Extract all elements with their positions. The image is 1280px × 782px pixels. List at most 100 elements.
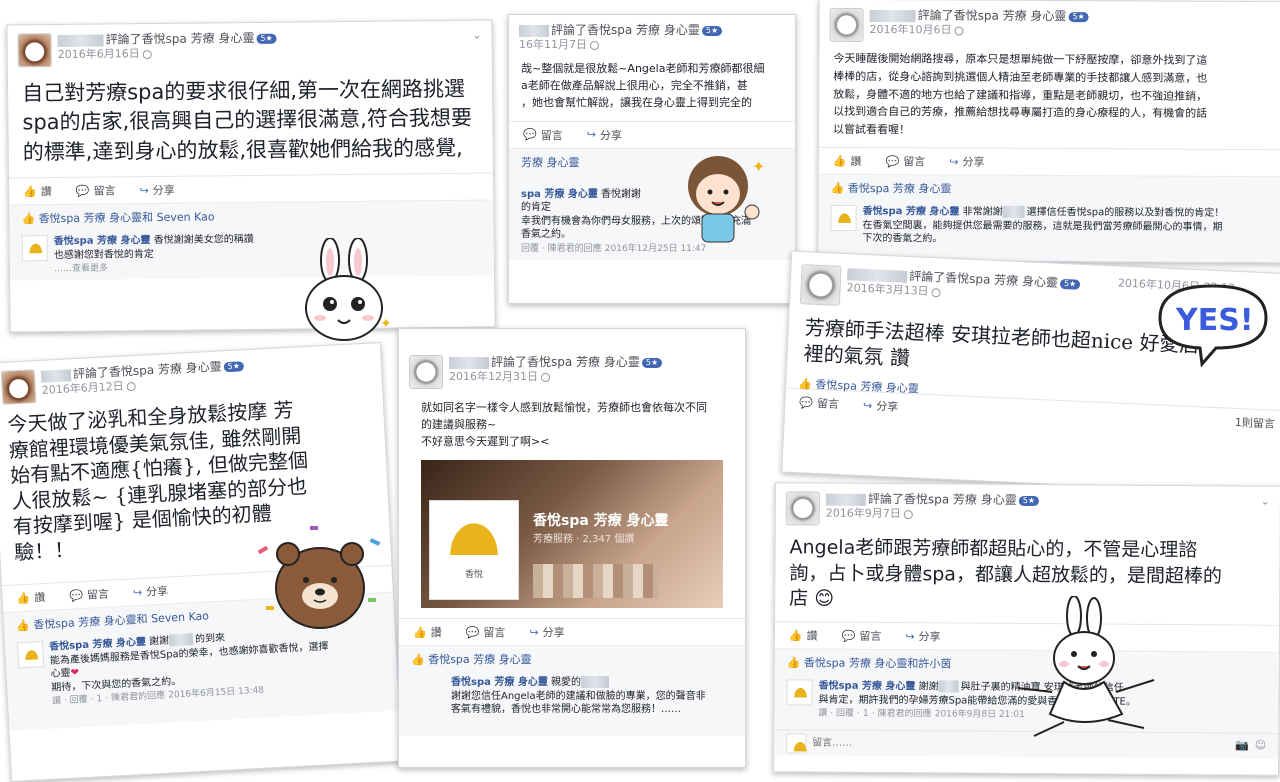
like-button[interactable]: 👍 讚 <box>413 624 442 640</box>
review-header: 評論了香悅spa 芳療 身心靈 <box>917 8 1067 24</box>
review-text-line-2: 的建議與服務~ <box>421 418 497 432</box>
reply-author[interactable]: 香悅spa 芳療 身心靈 <box>819 681 916 693</box>
reply-text-2: 的肯定 <box>521 202 551 214</box>
comment-button[interactable]: 💬 留言 <box>69 586 109 604</box>
reply-date[interactable]: 2016年6月15日 13:48 <box>168 686 264 701</box>
blurred-name <box>938 680 959 693</box>
like-button[interactable]: 👍 讚 <box>789 627 818 643</box>
likes-line[interactable]: 芳療 身心靈 <box>521 156 580 169</box>
reply-author[interactable]: 香悅spa 芳療 身心靈 <box>451 677 548 688</box>
reply-text: 香悅謝謝美女您的稱讚 <box>153 234 254 247</box>
likes-line[interactable]: 香悅spa 芳療 身心靈和 Seven Kao <box>39 211 215 226</box>
comment-button[interactable]: 💬 留言 <box>842 628 882 644</box>
see-more-link[interactable]: ……查看更多 <box>54 264 108 275</box>
review-text-line-1: 就如同名字一樣令人感到放鬆愉悅，芳療師也會依每次不同 <box>421 401 707 414</box>
like-button[interactable]: 👍 讚 <box>833 153 862 169</box>
rating-badge: 5★ <box>223 360 245 372</box>
reply-text-2: 也感謝您對香悅的肯定 <box>53 248 154 261</box>
heart-icon: ❤ <box>70 667 80 679</box>
page-logo[interactable] <box>16 641 45 669</box>
reviewer-avatar[interactable] <box>785 491 820 526</box>
reviewer-avatar[interactable] <box>829 7 864 43</box>
yes-bubble-sticker: YES! <box>1158 284 1268 368</box>
blurred-name <box>581 676 610 689</box>
comment-count[interactable]: 1則留言 <box>1235 414 1276 432</box>
reply-footer[interactable]: 讚 · 回覆 · <box>818 709 859 719</box>
comment-button[interactable]: 💬 留言 <box>523 127 563 143</box>
reviewer-avatar[interactable] <box>799 264 842 306</box>
reviewer-avatar[interactable] <box>409 355 443 389</box>
likes-line[interactable]: 香悅spa 芳療 身心靈 <box>428 653 531 666</box>
review-date[interactable]: 16年11月7日 <box>519 38 587 51</box>
page-preview-card[interactable]: 香悅 香悅spa 芳療 身心靈 芳療服務 · 2,347 個讚 <box>421 460 723 609</box>
review-date[interactable]: 2016年3月13日 <box>846 281 929 298</box>
page-sub: 芳療服務 · 2,347 個讚 <box>533 534 635 546</box>
review-card-3: 評論了香悅spa 芳療 身心靈 5★ 2016年10月6日 今天睡醒後開始網路搜尋… <box>817 0 1280 264</box>
review-date[interactable]: 2016年10月6日 <box>869 23 951 36</box>
comment-icon: 💬 <box>523 128 537 142</box>
share-icon: ↪ <box>132 585 143 599</box>
review-text-line-4: 以找到適合自己的芳療，推薦給想找尋專屬打造的身心療程的人，有機會的話 <box>833 105 1208 121</box>
share-button[interactable]: ↪ 分享 <box>587 127 622 143</box>
comment-button[interactable]: 💬 留言 <box>76 183 116 199</box>
blurred-name <box>825 493 866 506</box>
like-label: 讚 <box>34 590 46 605</box>
share-button[interactable]: ↪ 分享 <box>139 182 174 198</box>
reply-text: 非常謝謝 <box>962 206 1003 218</box>
like-count-icon: 👍 <box>830 181 845 195</box>
share-label: 分享 <box>962 155 985 169</box>
share-icon: ↪ <box>586 128 596 142</box>
page-preview-logo: 香悅 <box>429 500 519 601</box>
reply-who[interactable]: · 陳君君的回應 <box>105 691 165 704</box>
page-name[interactable]: 香悅spa 芳療 身心靈 <box>533 510 669 530</box>
reply-like-count[interactable]: 1 <box>863 709 869 719</box>
review-header: 評論了香悅spa 芳療 身心靈 <box>551 23 700 37</box>
review-date[interactable]: 2016年12月31日 <box>449 370 538 383</box>
rating-badge: 5★ <box>256 33 277 44</box>
reviewer-avatar[interactable] <box>0 369 37 405</box>
review-date[interactable]: 2016年9月7日 <box>826 507 901 521</box>
reply-footer[interactable]: 讚 · 回覆 · <box>52 695 94 707</box>
reply-author[interactable]: 香悅spa 芳療 身心靈 <box>863 206 960 218</box>
globe-icon <box>142 49 152 59</box>
comment-button[interactable]: 💬 留言 <box>466 624 506 640</box>
likes-line[interactable]: 香悅spa 芳療 身心靈 <box>848 182 952 196</box>
comment-label: 留言 <box>903 155 926 169</box>
reviewer-avatar[interactable] <box>17 33 52 68</box>
page-logo[interactable] <box>21 235 48 262</box>
chevron-down-icon[interactable]: ⌄ <box>472 29 481 42</box>
reply-like-count[interactable]: 1 <box>96 694 102 704</box>
share-button[interactable]: ↪ 分享 <box>529 624 564 640</box>
camera-icon[interactable]: 📷 <box>1235 739 1249 754</box>
page-logo[interactable] <box>830 204 857 232</box>
reply-text-4: 香氣之約。 <box>521 229 571 241</box>
reply-footer[interactable]: 回覆 · 陳君君的回應 <box>521 244 602 254</box>
girl-sticker: ✦ <box>688 156 765 243</box>
blurred-name <box>847 267 908 283</box>
share-button[interactable]: ↪ 分享 <box>132 583 169 601</box>
likes-line[interactable]: 香悅spa 芳療 身心靈和許小茵 <box>804 656 952 670</box>
reply-who[interactable]: · 陳君君的回應 <box>872 709 932 719</box>
comment-icon: 💬 <box>68 588 84 603</box>
like-button[interactable]: 👍 讚 <box>23 183 52 199</box>
comment-icon: 💬 <box>465 625 480 639</box>
reply-text-2: 謝謝您信任Angela老師的建議和做臉的專業，您的聲音非 <box>451 690 706 702</box>
reply-text-4: 下次的香氣之約。 <box>862 233 943 245</box>
likes-line[interactable]: 香悅spa 芳療 身心靈 <box>815 378 919 396</box>
like-button[interactable]: 👍 讚 <box>16 589 46 606</box>
blurred-photo-strip <box>533 564 658 599</box>
reply-author[interactable]: spa 芳療 身心靈 <box>521 189 598 200</box>
reply-text-3: 客氣有禮貌，香悅也非常開心能常常為您服務！…… <box>451 704 681 716</box>
chevron-down-icon[interactable]: ⌄ <box>1261 495 1270 508</box>
likes-line[interactable]: 香悅spa 芳療 身心靈和 Seven Kao <box>33 609 209 631</box>
comment-button[interactable]: 💬 留言 <box>886 153 926 169</box>
share-icon: ↪ <box>529 625 539 639</box>
comment-icon: 💬 <box>799 395 814 410</box>
review-date[interactable]: 2016年6月16日 <box>58 47 140 61</box>
emoji-icon[interactable]: ☺ <box>1255 739 1267 754</box>
reply-author[interactable]: 香悅spa 芳療 身心靈 <box>54 235 151 247</box>
share-button[interactable]: ↪ 分享 <box>905 628 940 644</box>
page-logo[interactable] <box>786 679 813 706</box>
comment-label: 留言 <box>86 587 110 602</box>
share-button[interactable]: ↪ 分享 <box>949 154 984 170</box>
